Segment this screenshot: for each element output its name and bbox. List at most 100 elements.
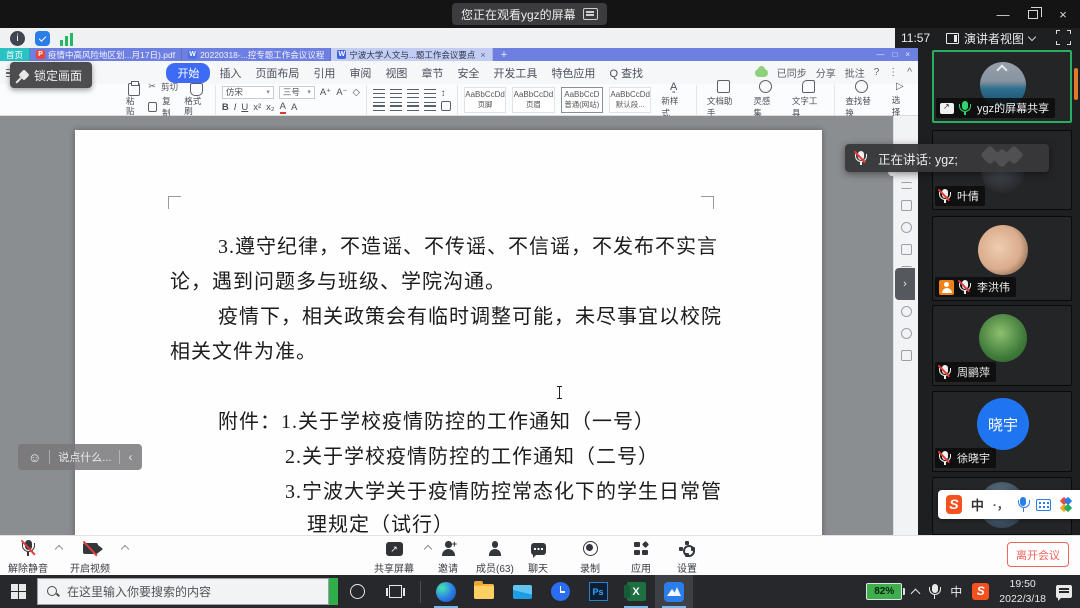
participant-tile-lihongwei[interactable]: 李洪伟 xyxy=(932,216,1072,301)
members-button[interactable]: 成员(63) xyxy=(476,540,514,575)
align-left-icon[interactable] xyxy=(373,102,385,111)
menu-dev-tools[interactable]: 开发工具 xyxy=(486,63,544,83)
menu-security[interactable]: 安全 xyxy=(450,63,486,83)
document-page[interactable]: 3.遵守纪律，不造谣、不传谣、不信谣，不发布不实言 论，遇到问题多与班级、学院沟… xyxy=(75,130,822,535)
taskbar-photoshop[interactable]: Ps xyxy=(579,575,617,608)
notification-center-icon[interactable] xyxy=(1056,585,1072,598)
bullets-icon[interactable] xyxy=(373,89,385,98)
ime-punctuation[interactable]: ·， xyxy=(993,496,1009,513)
settings-button[interactable]: 设置 xyxy=(677,540,697,575)
sogou-logo-icon[interactable]: S xyxy=(946,495,962,514)
menu-insert[interactable]: 插入 xyxy=(212,63,248,83)
share-screen-button[interactable]: ↗ 共享屏幕 xyxy=(374,540,414,575)
style-header[interactable]: AaBbCcDd页眉 xyxy=(512,87,554,113)
sidebar-scrollbar[interactable] xyxy=(1074,68,1078,100)
menu-section[interactable]: 章节 xyxy=(414,63,450,83)
new-tab-button[interactable]: + xyxy=(493,48,515,61)
wps-tab-active-doc[interactable]: W 宁波大学人文与...题工作会议要点 × xyxy=(331,48,492,61)
borders-icon[interactable] xyxy=(441,101,451,111)
screen-switch-icon[interactable] xyxy=(583,8,598,20)
quick-chat-bubble[interactable]: ☺ 说点什么... ‹ xyxy=(18,444,142,470)
align-center-icon[interactable] xyxy=(390,102,402,111)
wps-minimize-icon[interactable]: — xyxy=(876,50,884,59)
tray-clock[interactable]: 19:50 2022/3/18 xyxy=(999,577,1046,605)
menu-view[interactable]: 视图 xyxy=(378,63,414,83)
task-view-button[interactable] xyxy=(376,575,414,608)
grow-font-button[interactable]: A⁺ xyxy=(320,87,331,98)
start-button-icon[interactable] xyxy=(11,584,26,599)
ime-mic-icon[interactable] xyxy=(1018,497,1027,513)
share-label[interactable]: 分享 xyxy=(816,65,836,80)
lock-screen-tooltip[interactable]: 锁定画面 xyxy=(10,62,92,88)
menu-start[interactable]: 开始 xyxy=(166,63,210,83)
share-options-chevron[interactable] xyxy=(424,545,432,553)
chat-placeholder[interactable]: 说点什么... xyxy=(58,449,111,465)
highlight-button[interactable]: A xyxy=(291,102,297,113)
participant-tile-zhoulip[interactable]: 周鹂萍 xyxy=(932,305,1072,386)
wps-tab-pdf[interactable]: P 疫情中高风险地区划...月17日).pdf xyxy=(30,48,182,61)
ime-toolbox-icon[interactable] xyxy=(1060,497,1073,512)
doc-assistant-button[interactable]: 文档助手 xyxy=(703,80,744,119)
ime-keyboard-icon[interactable] xyxy=(1036,499,1051,511)
superscript-button[interactable]: x² xyxy=(253,102,261,113)
find-replace-button[interactable]: 查找替换 xyxy=(841,80,881,119)
side-tool-icon[interactable] xyxy=(901,222,912,233)
indent-icon[interactable] xyxy=(424,89,436,98)
taskbar-search[interactable] xyxy=(37,578,329,605)
paste-button[interactable]: 粘贴 xyxy=(126,83,142,116)
record-button[interactable]: 录制 xyxy=(580,540,600,575)
side-tool-icon[interactable] xyxy=(901,244,912,255)
comment-label[interactable]: 批注 xyxy=(845,65,865,80)
text-tools-button[interactable]: 文字工具 xyxy=(788,80,829,119)
cut-button[interactable]: ✂剪切 xyxy=(148,81,178,93)
underline-button[interactable]: U xyxy=(241,102,248,113)
bold-button[interactable]: B xyxy=(222,102,229,113)
apps-button[interactable]: 应用 xyxy=(631,540,651,575)
wps-tab-agenda[interactable]: W 20220318-...控专题工作会议议程 xyxy=(182,48,331,61)
font-color-button[interactable]: A xyxy=(280,101,286,114)
mic-options-chevron[interactable] xyxy=(55,545,63,553)
minimize-button[interactable]: — xyxy=(988,7,1018,22)
panel-expand-handle[interactable]: › xyxy=(895,268,915,300)
side-tool-icon[interactable] xyxy=(901,200,912,211)
cortana-button[interactable] xyxy=(338,575,376,608)
ime-toolbar[interactable]: S 中 ·， xyxy=(938,490,1080,519)
more-icon[interactable]: ⋮ xyxy=(888,67,898,78)
style-default-paragraph[interactable]: AaBbCcDd默认段... xyxy=(609,87,651,113)
tray-expand-icon[interactable] xyxy=(911,588,921,598)
fullscreen-icon[interactable] xyxy=(1056,30,1071,45)
invite-button[interactable]: + 邀请 xyxy=(438,540,458,575)
shield-icon[interactable] xyxy=(35,31,50,46)
side-tool-icon[interactable] xyxy=(901,182,912,189)
collapse-ribbon-icon[interactable]: ^ xyxy=(907,67,912,78)
start-video-button[interactable]: 开启视频 xyxy=(70,540,110,575)
view-mode-switcher[interactable]: 演讲者视图 xyxy=(946,29,1035,48)
side-tool-icon[interactable] xyxy=(901,328,912,339)
justify-icon[interactable] xyxy=(424,102,436,111)
inspiration-button[interactable]: 灵感集 xyxy=(749,80,781,119)
font-name-select[interactable]: 仿宋▾ xyxy=(222,86,274,99)
taskbar-excel[interactable]: X xyxy=(617,575,655,608)
style-normal-web[interactable]: AaBbCcD普通(网站) xyxy=(561,87,603,113)
smiley-icon[interactable]: ☺ xyxy=(28,451,41,464)
search-input[interactable] xyxy=(67,585,307,599)
unmute-button[interactable]: 解除静音 xyxy=(8,540,48,575)
sort-icon[interactable]: ↕ xyxy=(441,88,446,99)
tray-mic-icon[interactable] xyxy=(929,584,940,600)
tray-ime-mode[interactable]: 中 xyxy=(950,583,962,600)
menu-featured-apps[interactable]: 特色应用 xyxy=(544,63,602,83)
italic-button[interactable]: I xyxy=(234,102,237,113)
wps-tab-home[interactable]: 首页 xyxy=(0,48,30,61)
new-style-button[interactable]: A͈新样式 xyxy=(657,81,690,119)
collapse-arrow-icon[interactable]: ‹ xyxy=(128,450,132,464)
menu-find[interactable]: Q 查找 xyxy=(602,63,650,83)
tray-sogou-icon[interactable]: S xyxy=(972,583,989,600)
chat-button[interactable]: 聊天 xyxy=(528,540,548,575)
taskbar-explorer[interactable] xyxy=(465,575,503,608)
format-painter-button[interactable]: 格式刷 xyxy=(184,83,209,116)
menu-page-layout[interactable]: 页面布局 xyxy=(248,63,306,83)
restore-button[interactable] xyxy=(1018,7,1048,22)
align-right-icon[interactable] xyxy=(407,102,419,111)
select-button[interactable]: ▷选择 xyxy=(888,81,912,118)
menu-review[interactable]: 审阅 xyxy=(342,63,378,83)
